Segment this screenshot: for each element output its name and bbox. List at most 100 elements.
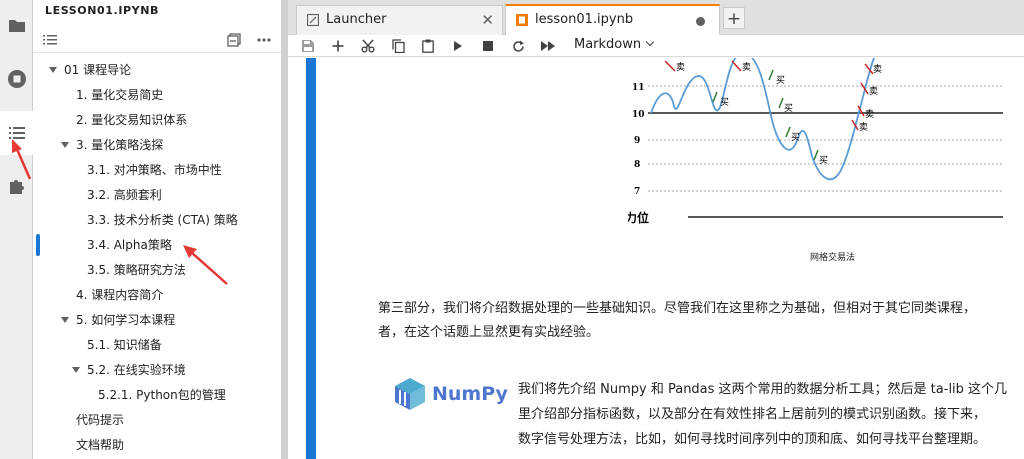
figure-caption: 网格交易法 <box>810 253 856 263</box>
svg-text:买: 买 <box>776 75 785 86</box>
svg-text:卖: 卖 <box>865 109 874 120</box>
run-icon[interactable] <box>448 37 468 55</box>
toc-item-online-lab[interactable]: 5.2. 在线实验环境 <box>33 358 281 383</box>
toc-item-label: 3.2. 高频套利 <box>87 188 162 202</box>
toc-item-prerequisites[interactable]: 5.1. 知识储备 <box>33 333 281 358</box>
file-browser-button[interactable] <box>0 3 33 47</box>
toc-item-course-intro[interactable]: 01 课程导论 <box>33 58 281 83</box>
numpy-cube-icon <box>395 378 425 410</box>
grid-trading-figure: 11 10 9 8 7 阻力位 卖 卖 卖 卖 卖 卖 买 买 买 买 买 <box>628 58 1003 225</box>
tab-label: Launcher <box>326 12 387 27</box>
toc-toolbar <box>33 27 281 53</box>
toc-item-doc-help[interactable]: 文档帮助 <box>33 433 281 458</box>
svg-text:卖: 卖 <box>869 86 878 97</box>
toc-item-code-hints[interactable]: 代码提示 <box>33 408 281 433</box>
toc-item-knowledge-system[interactable]: 2. 量化交易知识体系 <box>33 108 281 133</box>
buy-marker: 买 <box>785 126 800 143</box>
active-cell-indicator[interactable] <box>306 58 316 459</box>
unsaved-dot-icon[interactable] <box>696 17 705 26</box>
numbering-toggle-icon[interactable] <box>41 31 59 49</box>
toc-item-label: 3.3. 技术分析类 (CTA) 策略 <box>87 213 238 227</box>
numpy-logo: NumPy <box>392 374 508 414</box>
toc-item-label: 4. 课程内容简介 <box>76 288 164 302</box>
y-tick: 10 <box>632 110 645 120</box>
notebook-icon <box>516 14 528 26</box>
toc-item-label: 5.2. 在线实验环境 <box>87 363 186 377</box>
y-tick: 9 <box>634 136 640 146</box>
svg-text:卖: 卖 <box>742 62 751 73</box>
cell-type-value: Markdown <box>574 37 642 52</box>
y-tick: 8 <box>634 160 640 170</box>
notebook-panel: 11 10 9 8 7 阻力位 卖 卖 卖 卖 卖 卖 买 买 买 买 买 网格… <box>288 58 1024 459</box>
buy-marker: 买 <box>768 69 785 86</box>
close-icon[interactable]: ✕ <box>481 11 494 29</box>
tab-bar: Launcher ✕ lesson01.ipynb + <box>288 0 1024 35</box>
tab-launcher[interactable]: Launcher ✕ <box>296 5 503 35</box>
paragraph-line: 我们将先介绍 Numpy 和 Pandas 这两个常用的数据分析工具；然后是 t… <box>518 382 1008 397</box>
cell-type-select[interactable]: Markdown <box>574 37 655 52</box>
more-options-icon[interactable] <box>255 31 273 49</box>
toc-item-label: 3.4. Alpha策略 <box>87 238 172 252</box>
numpy-wordmark: NumPy <box>432 383 508 405</box>
notebook-toolbar: Markdown <box>288 35 1024 57</box>
sell-marker: 卖 <box>664 60 685 73</box>
sell-marker: 卖 <box>731 60 751 73</box>
caret-down-icon[interactable] <box>72 367 80 373</box>
caret-down-icon[interactable] <box>61 317 69 323</box>
activity-bar <box>0 0 33 459</box>
svg-text:卖: 卖 <box>859 122 868 133</box>
annotation-arrow-toc <box>12 139 32 180</box>
collapse-all-icon[interactable] <box>225 31 243 49</box>
paragraph-line: 里介绍部分指标函数，以及部分在有效性排名上居前列的模式识别函数。接下来， <box>518 407 987 422</box>
toc-item-hft[interactable]: 3.2. 高频套利 <box>33 183 281 208</box>
chevron-down-icon <box>645 37 655 47</box>
folder-icon <box>8 20 25 32</box>
tab-label: lesson01.ipynb <box>535 12 634 27</box>
toc-item-label: 3.5. 策略研究方法 <box>87 263 186 277</box>
insert-cell-icon[interactable] <box>328 37 348 55</box>
toc-item-label: 3. 量化策略浅探 <box>76 138 164 152</box>
running-sessions-button[interactable] <box>0 57 33 101</box>
sell-marker: 卖 <box>864 63 882 75</box>
toc-item-label: 1. 量化交易简史 <box>76 88 164 102</box>
caret-down-icon[interactable] <box>61 142 69 148</box>
stop-circle-icon <box>7 70 26 88</box>
svg-text:买: 买 <box>720 97 729 108</box>
paste-icon[interactable] <box>418 37 438 55</box>
toc-item-label: 5.1. 知识储备 <box>87 338 162 352</box>
launcher-icon <box>307 14 319 26</box>
toc-item-label: 01 课程导论 <box>64 63 132 77</box>
toc-item-python-packages[interactable]: 5.2.1. Python包的管理 <box>33 383 281 408</box>
copy-icon[interactable] <box>388 37 408 55</box>
caret-down-icon[interactable] <box>49 67 57 73</box>
toc-item-label: 代码提示 <box>76 413 125 427</box>
buy-marker: 买 <box>712 91 729 108</box>
toc-item-label: 文档帮助 <box>76 438 125 452</box>
cut-icon[interactable] <box>358 37 378 55</box>
toc-item-label: 5.2.1. Python包的管理 <box>98 388 226 402</box>
restart-icon[interactable] <box>508 37 528 55</box>
svg-text:买: 买 <box>791 132 800 143</box>
table-of-contents-panel: LESSON01.IPYNB 01 课程导论 1. 量化交易简史 2. 量化交易… <box>33 0 282 459</box>
toc-item-hedge[interactable]: 3.1. 对冲策略、市场中性 <box>33 158 281 183</box>
resistance-label: 阻力位 <box>628 210 649 225</box>
annotation-arrow-alpha <box>183 245 228 285</box>
save-icon[interactable] <box>298 37 318 55</box>
new-tab-button[interactable]: + <box>723 7 745 29</box>
toc-item-label: 2. 量化交易知识体系 <box>76 113 188 127</box>
paragraph-line: 者，在这个话题上显然更有实战经验。 <box>378 325 600 340</box>
toc-item-cta[interactable]: 3.3. 技术分析类 (CTA) 策略 <box>33 208 281 233</box>
tab-lesson01[interactable]: lesson01.ipynb <box>505 4 720 35</box>
toc-item-history[interactable]: 1. 量化交易简史 <box>33 83 281 108</box>
fast-forward-icon[interactable] <box>538 37 558 55</box>
toc-item-strategies[interactable]: 3. 量化策略浅探 <box>33 133 281 158</box>
toc-item-label: 5. 如何学习本课程 <box>76 313 176 327</box>
toc-item-how-to-learn[interactable]: 5. 如何学习本课程 <box>33 308 281 333</box>
svg-text:买: 买 <box>819 155 828 166</box>
toc-item-label: 3.1. 对冲策略、市场中性 <box>87 163 222 177</box>
svg-text:买: 买 <box>784 103 793 114</box>
paragraph-line: 数字信号处理方法，比如，如何寻找时间序列中的顶和底、如何寻找平台整理期。 <box>518 432 987 447</box>
stop-icon[interactable] <box>478 37 498 55</box>
svg-text:卖: 卖 <box>873 64 882 75</box>
buy-marker: 买 <box>778 97 793 114</box>
